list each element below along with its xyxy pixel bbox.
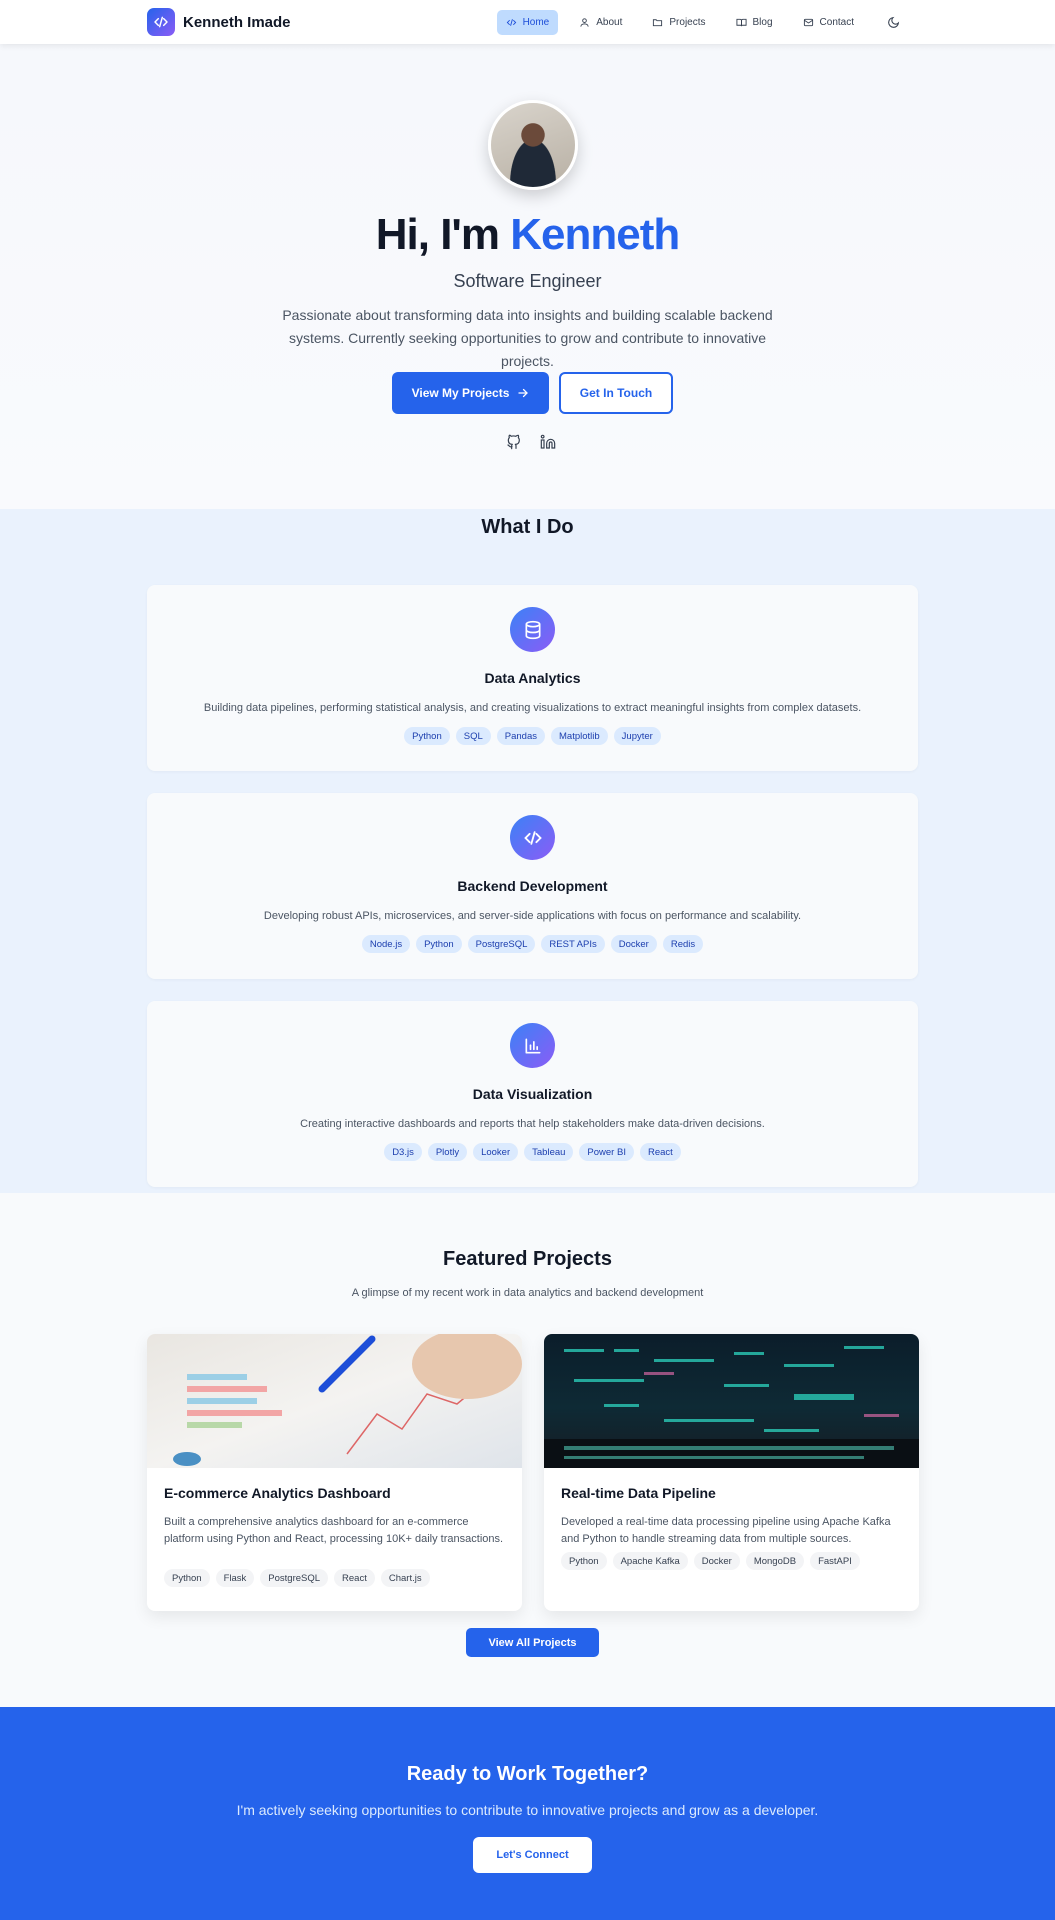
project-tags: Python Apache Kafka Docker MongoDB FastA…: [561, 1552, 860, 1570]
tag: PostgreSQL: [260, 1569, 329, 1587]
service-title: Data Analytics: [484, 670, 581, 686]
linkedin-icon[interactable]: [539, 433, 557, 451]
brand-link[interactable]: Kenneth Imade: [147, 8, 291, 36]
tag: Pandas: [496, 727, 545, 745]
hero-section: Hi, I'm Kenneth Software Engineer Passio…: [0, 44, 1055, 509]
tag: React: [334, 1569, 375, 1587]
tag: PostgreSQL: [467, 935, 536, 953]
tag: Redis: [662, 935, 704, 953]
services-title: What I Do: [481, 516, 574, 538]
tag: Plotly: [427, 1143, 468, 1161]
view-projects-button[interactable]: View My Projects: [392, 372, 549, 414]
theme-toggle-button[interactable]: [881, 11, 905, 35]
hero-greeting: Hi, I'm: [375, 210, 511, 259]
moon-icon: [887, 16, 899, 28]
tag: SQL: [455, 727, 491, 745]
project-image-analytics-chart: [147, 1334, 522, 1468]
projects-title: Featured Projects: [443, 1248, 612, 1270]
mail-icon: [803, 18, 813, 27]
tag: Jupyter: [613, 727, 661, 745]
project-description: Built a comprehensive analytics dashboar…: [164, 1516, 504, 1545]
tag: Matplotlib: [551, 727, 608, 745]
service-description: Creating interactive dashboards and repo…: [300, 1118, 765, 1130]
user-icon: [580, 18, 589, 27]
service-title: Data Visualization: [472, 1086, 593, 1102]
tag: Flask: [215, 1569, 255, 1587]
profile-avatar: [488, 100, 578, 190]
hero-heading: Hi, I'm Kenneth: [0, 210, 1055, 260]
project-title: Real-time Data Pipeline: [561, 1485, 716, 1501]
service-title: Backend Development: [457, 878, 608, 894]
github-icon[interactable]: [505, 433, 523, 451]
cta-title: Ready to Work Together?: [406, 1763, 649, 1785]
hero-role: Software Engineer: [453, 271, 602, 291]
nav-item-about[interactable]: About: [570, 10, 631, 35]
hero-name: Kenneth: [510, 210, 680, 259]
social-links: [505, 433, 557, 451]
tag: MongoDB: [745, 1552, 805, 1570]
tag: Node.js: [361, 935, 411, 953]
tag: Docker: [610, 935, 657, 953]
nav-item-blog[interactable]: Blog: [727, 10, 782, 35]
nav-label-contact: Contact: [819, 17, 854, 28]
service-tags: Node.js Python PostgreSQL REST APIs Dock…: [147, 935, 918, 953]
project-image-code-screen: [544, 1334, 919, 1468]
services-section: What I Do Data Analytics Building data p…: [0, 509, 1055, 1193]
database-icon: [510, 607, 555, 652]
tag: REST APIs: [541, 935, 605, 953]
nav-links: Home About Projects Blog Contact: [496, 10, 905, 35]
tag: Python: [164, 1569, 210, 1587]
project-title: E-commerce Analytics Dashboard: [164, 1485, 391, 1501]
tag: React: [639, 1143, 681, 1161]
nav-label-blog: Blog: [752, 17, 773, 28]
code-icon: [506, 19, 516, 26]
project-card-pipeline[interactable]: Real-time Data Pipeline Developed a real…: [544, 1334, 919, 1611]
service-card-data-analytics: Data Analytics Building data pipelines, …: [147, 585, 918, 771]
tag: Looker: [473, 1143, 519, 1161]
project-card-ecommerce[interactable]: E-commerce Analytics Dashboard Built a c…: [147, 1334, 522, 1611]
get-in-touch-label: Get In Touch: [579, 386, 653, 400]
nav-label-about: About: [596, 17, 623, 28]
nav-label-projects: Projects: [669, 17, 706, 28]
service-card-data-visualization: Data Visualization Creating interactive …: [147, 1001, 918, 1187]
service-tags: Python SQL Pandas Matplotlib Jupyter: [147, 727, 918, 745]
nav-item-home[interactable]: Home: [496, 10, 559, 35]
view-all-projects-button[interactable]: View All Projects: [466, 1628, 599, 1657]
cta-section: Ready to Work Together? I'm actively see…: [0, 1707, 1055, 1920]
arrow-right-icon: [518, 388, 529, 398]
nav-label-home: Home: [522, 17, 550, 28]
nav-item-contact[interactable]: Contact: [794, 10, 863, 35]
cta-text: I'm actively seeking opportunities to co…: [236, 1802, 819, 1818]
tag: Power BI: [579, 1143, 634, 1161]
get-in-touch-button[interactable]: Get In Touch: [559, 372, 673, 414]
projects-section: Featured Projects A glimpse of my recent…: [0, 1193, 1055, 1707]
project-description: Developed a real-time data processing pi…: [561, 1516, 891, 1545]
top-navbar: Kenneth Imade Home About Projects Blog C…: [0, 0, 1055, 44]
service-description: Building data pipelines, performing stat…: [203, 702, 862, 714]
service-tags: D3.js Plotly Looker Tableau Power BI Rea…: [147, 1143, 918, 1161]
brand-name: Kenneth Imade: [183, 13, 291, 31]
bar-chart-icon: [510, 1023, 555, 1068]
tag: Python: [561, 1552, 607, 1570]
folder-icon: [653, 19, 663, 27]
hero-bio: Passionate about transforming data into …: [282, 307, 773, 369]
book-icon: [735, 18, 747, 27]
service-card-backend: Backend Development Developing robust AP…: [147, 793, 918, 979]
nav-item-projects[interactable]: Projects: [643, 10, 714, 35]
tag: Python: [416, 935, 462, 953]
tag: Tableau: [524, 1143, 574, 1161]
code-icon: [510, 815, 555, 860]
tag: FastAPI: [810, 1552, 860, 1570]
tag: Python: [404, 727, 450, 745]
service-description: Developing robust APIs, microservices, a…: [263, 910, 802, 922]
project-tags: Python Flask PostgreSQL React Chart.js: [164, 1569, 430, 1587]
view-projects-label: View My Projects: [411, 386, 510, 400]
tag: D3.js: [384, 1143, 422, 1161]
lets-connect-button[interactable]: Let's Connect: [473, 1837, 592, 1873]
projects-subtitle: A glimpse of my recent work in data anal…: [351, 1287, 704, 1299]
tag: Chart.js: [380, 1569, 430, 1587]
tag: Apache Kafka: [612, 1552, 688, 1570]
code-logo-icon: [147, 8, 175, 36]
tag: Docker: [693, 1552, 740, 1570]
